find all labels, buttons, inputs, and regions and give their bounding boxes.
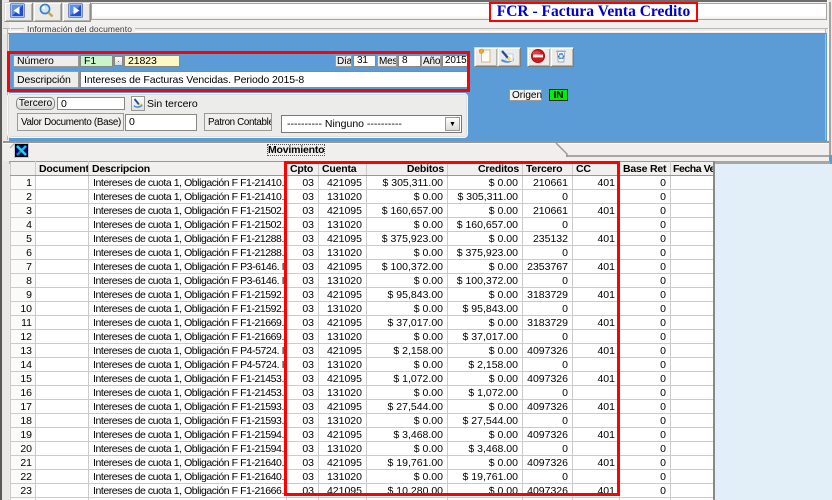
svg-text:♻: ♻ [557,52,565,62]
